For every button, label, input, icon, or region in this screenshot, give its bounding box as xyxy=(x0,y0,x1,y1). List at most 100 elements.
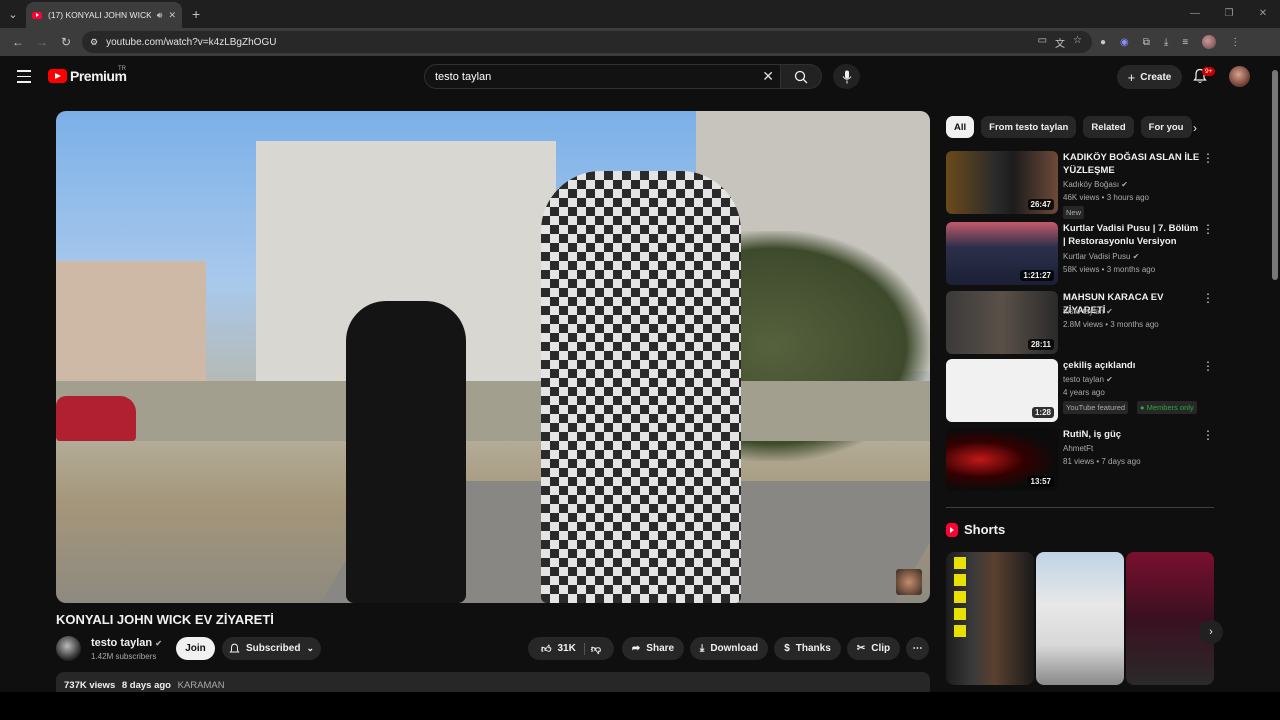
notification-badge: 9+ xyxy=(1202,67,1216,76)
reload-icon[interactable]: ↻ xyxy=(54,35,78,49)
members-only-badge: ● Members only xyxy=(1137,401,1197,414)
recommendation-channel: Kurtlar Vadisi Pusu ✔ xyxy=(1063,252,1139,261)
window-close-icon[interactable]: ✕ xyxy=(1246,0,1280,28)
search-input[interactable]: testo taylan ✕ xyxy=(424,64,781,89)
chip-from-channel[interactable]: From testo taylan xyxy=(981,116,1077,138)
subscriber-count: 1.42M subscribers xyxy=(91,652,157,661)
search-value: testo taylan xyxy=(435,70,492,83)
channel-text: Kadıköy Boğası xyxy=(1063,180,1120,189)
video-thumbnail[interactable]: 13:57 xyxy=(946,428,1058,491)
cast-icon[interactable]: ▭ xyxy=(1038,35,1047,50)
downloads-icon[interactable]: ⤓ xyxy=(1164,37,1168,48)
browser-menu-icon[interactable]: ⋮ xyxy=(1230,37,1240,48)
channel-watermark[interactable] xyxy=(896,569,922,595)
video-thumbnail[interactable]: 1:21:27 xyxy=(946,222,1058,285)
like-button[interactable]: 👍︎ 31K xyxy=(541,642,585,655)
chevron-down-icon: ⌄ xyxy=(306,643,314,653)
back-icon[interactable]: ← xyxy=(6,35,30,49)
thanks-button[interactable]: $ Thanks xyxy=(774,637,841,660)
join-button[interactable]: Join xyxy=(176,637,215,660)
more-vertical-icon[interactable]: ⋮ xyxy=(1202,428,1214,442)
site-info-icon[interactable]: ⚙ xyxy=(90,37,98,48)
more-vertical-icon[interactable]: ⋮ xyxy=(1202,359,1214,373)
recommendation-item[interactable]: 1:28 çekiliş açıklandı testo taylan ✔ 4 … xyxy=(946,359,1214,423)
clip-button[interactable]: ✂ Clip xyxy=(847,637,900,660)
plus-icon: + xyxy=(1127,69,1136,85)
recommendation-item[interactable]: 13:57 RutiN, iş güç AhmetFt 81 views • 7… xyxy=(946,428,1214,492)
short-thumbnail[interactable] xyxy=(946,552,1034,685)
url-text: youtube.com/watch?v=k4zLBgZhOGU xyxy=(106,36,277,48)
reading-list-icon[interactable]: ≡ xyxy=(1182,37,1188,48)
restore-icon[interactable]: ❐ xyxy=(1212,0,1246,28)
more-actions-button[interactable]: ⋯ xyxy=(906,637,929,660)
channel-row: testo taylan ✔ 1.42M subscribers Join Su… xyxy=(56,634,930,664)
short-thumbnail[interactable] xyxy=(1036,552,1124,685)
download-button[interactable]: ⤓ Download xyxy=(690,637,768,660)
shorts-next-button[interactable]: › xyxy=(1199,620,1223,644)
youtube-play-icon xyxy=(48,69,67,83)
recommendation-channel: testo taylan ✔ xyxy=(1063,307,1113,316)
scrollbar-thumb[interactable] xyxy=(1272,70,1278,280)
omnibox-actions: ▭ 文 ☆ xyxy=(1038,35,1092,50)
search-button[interactable] xyxy=(781,64,822,89)
account-avatar[interactable] xyxy=(1229,66,1250,87)
search-icon xyxy=(794,70,808,83)
forward-icon[interactable]: → xyxy=(30,35,54,49)
channel-name[interactable]: testo taylan ✔ xyxy=(91,637,162,649)
more-vertical-icon[interactable]: ⋮ xyxy=(1202,222,1214,236)
recommendation-item[interactable]: 26:47 KADIKÖY BOĞASI ASLAN İLE YÜZLEŞME … xyxy=(946,151,1214,219)
tab-title: (17) KONYALI JOHN WICK E xyxy=(48,10,151,20)
location-tag[interactable]: KARAMAN xyxy=(178,680,225,691)
tab-search-icon[interactable]: ⌄ xyxy=(0,0,26,28)
clear-search-icon[interactable]: ✕ xyxy=(762,68,774,85)
bookmark-star-icon[interactable]: ☆ xyxy=(1073,35,1082,50)
chip-related[interactable]: Related xyxy=(1083,116,1134,138)
download-icon: ⤓ xyxy=(699,643,705,654)
recommendation-meta: 4 years ago xyxy=(1063,388,1105,397)
filter-chips: All From testo taylan Related For you xyxy=(946,116,1192,138)
chip-all[interactable]: All xyxy=(946,116,975,138)
recommendation-item[interactable]: 28:11 MAHSUN KARACA EV ZİYARETİ testo ta… xyxy=(946,291,1214,355)
menu-hamburger-icon[interactable] xyxy=(17,70,31,87)
video-player[interactable] xyxy=(56,111,930,603)
recommendation-title: KADIKÖY BOĞASI ASLAN İLE YÜZLEŞME xyxy=(1063,152,1200,176)
youtube-featured-badge: YouTube featured xyxy=(1063,401,1129,414)
close-tab-icon[interactable]: ✕ xyxy=(168,10,176,21)
like-count: 31K xyxy=(557,643,576,654)
channel-text: testo taylan xyxy=(1063,375,1104,384)
translate-icon[interactable]: 文 xyxy=(1055,35,1065,50)
bell-icon xyxy=(229,643,240,652)
minimize-icon[interactable]: — xyxy=(1178,0,1212,28)
chip-for-you[interactable]: For you xyxy=(1140,116,1192,138)
address-bar[interactable]: ⚙ youtube.com/watch?v=k4zLBgZhOGU ▭ 文 ☆ xyxy=(82,31,1092,53)
recommendation-item[interactable]: 1:21:27 Kurtlar Vadisi Pusu | 7. Bölüm |… xyxy=(946,222,1214,286)
video-thumbnail[interactable]: 1:28 xyxy=(946,359,1058,422)
voice-search-button[interactable] xyxy=(833,64,860,89)
video-frame-wall xyxy=(56,381,930,441)
short-thumbnail[interactable] xyxy=(1126,552,1214,685)
youtube-logo[interactable]: Premium TR xyxy=(48,66,127,84)
extension-discord-icon[interactable]: ◉ xyxy=(1120,37,1129,48)
subscribed-button[interactable]: Subscribed ⌄ xyxy=(222,637,321,660)
recommendation-title: çekiliş açıklandı xyxy=(1063,360,1136,371)
more-vertical-icon[interactable]: ⋮ xyxy=(1202,291,1214,305)
video-thumbnail[interactable]: 28:11 xyxy=(946,291,1058,354)
shorts-title: Shorts xyxy=(964,522,1006,537)
channel-avatar[interactable] xyxy=(56,636,81,661)
profile-avatar[interactable] xyxy=(1202,35,1217,49)
create-button[interactable]: + Create xyxy=(1117,65,1182,89)
speaker-icon[interactable]: 🔊︎ xyxy=(157,10,163,21)
share-button[interactable]: ➦ Share xyxy=(622,637,684,660)
thumbs-down-icon[interactable]: 👎︎ xyxy=(591,643,601,655)
extensions-puzzle-icon[interactable]: ⧉ xyxy=(1143,37,1150,48)
recommendation-title: Kurtlar Vadisi Pusu | 7. Bölüm | Restora… xyxy=(1063,223,1199,247)
browser-tab[interactable]: (17) KONYALI JOHN WICK E 🔊︎ ✕ xyxy=(26,2,182,28)
logo-country: TR xyxy=(118,66,126,72)
chevron-right-icon[interactable]: › xyxy=(1193,121,1197,135)
video-thumbnail[interactable]: 26:47 xyxy=(946,151,1058,214)
more-vertical-icon[interactable]: ⋮ xyxy=(1202,151,1214,165)
recommendation-channel: AhmetFt xyxy=(1063,444,1094,453)
extension-dot-icon[interactable]: ● xyxy=(1100,37,1106,48)
new-tab-button[interactable]: + xyxy=(192,6,200,22)
recommendation-meta: 46K views • 3 hours ago xyxy=(1063,193,1149,202)
